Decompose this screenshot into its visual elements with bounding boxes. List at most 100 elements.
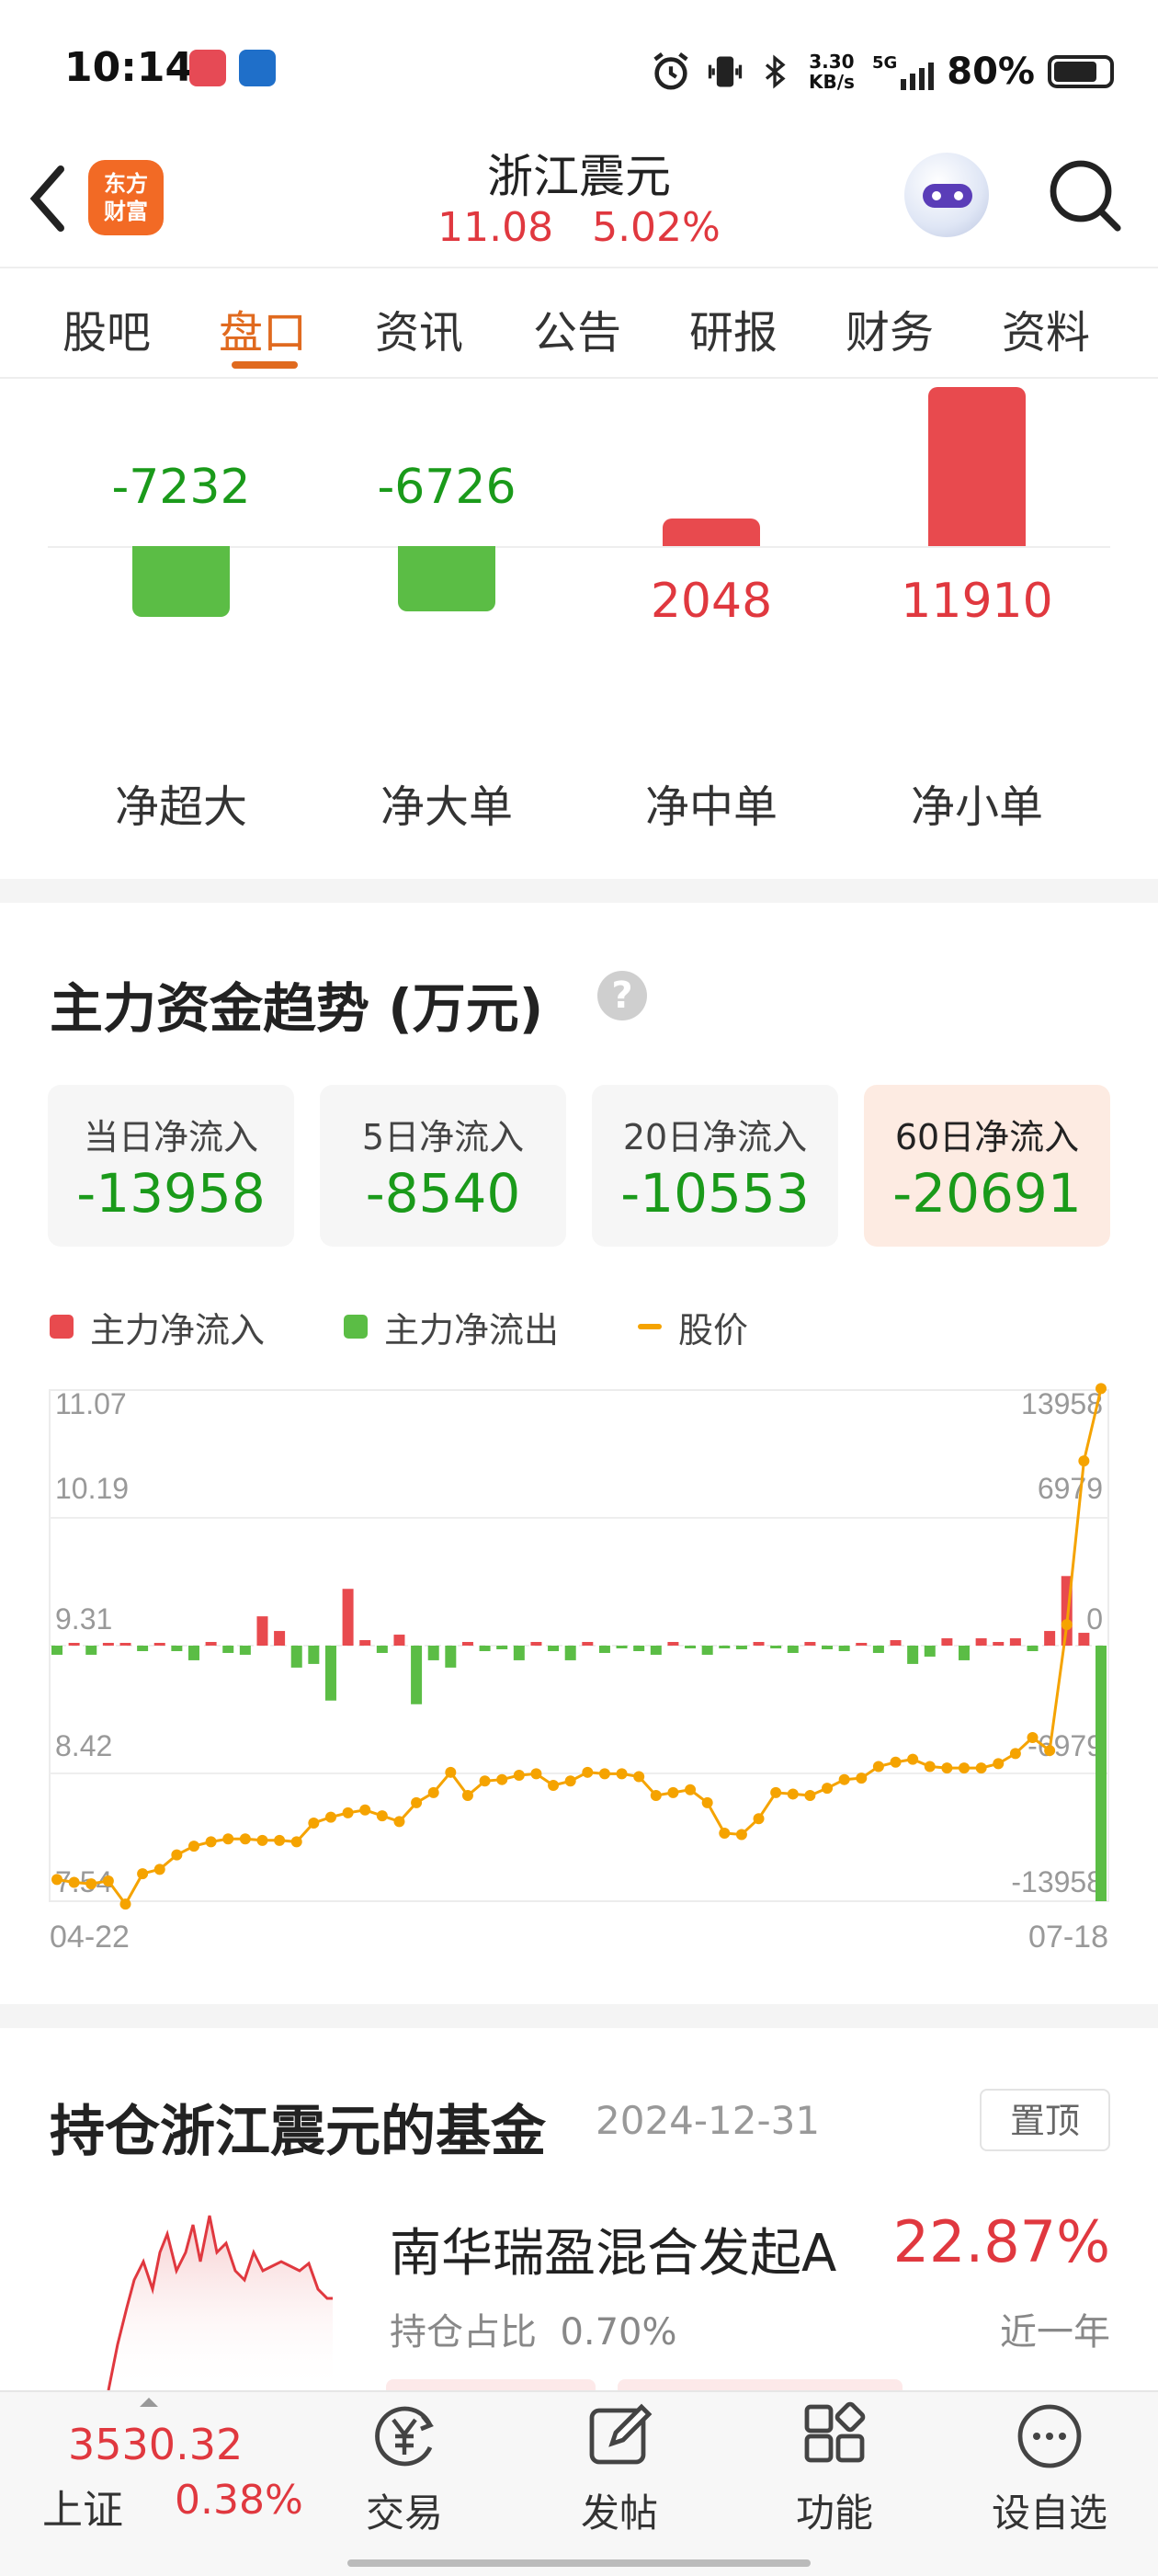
flow-bar [376,1646,388,1653]
app-notification-icon [189,50,226,86]
legend-label: 主力净流入 [90,1309,266,1351]
order-flow-value: 2048 [650,574,773,629]
flow-bar [359,1640,371,1646]
back-arrow-icon [29,165,64,232]
index-change[interactable]: 0.38% [175,2477,303,2524]
stock-quote: 11.08 5.02% [349,204,809,251]
flow-bar [205,1642,217,1646]
tab-bar: 股吧 盘口 资讯 公告 研报 财务 资料 [0,267,1158,379]
fund-holding: 持仓占比 0.70% [390,2302,677,2355]
price-point [102,1875,114,1886]
section-divider [0,2004,1158,2028]
network-speed: 3.30 KB/s [808,51,855,93]
price-point [205,1836,217,1848]
price-point [633,1771,645,1783]
flow-card-5d[interactable]: 5日净流入 -8540 [320,1085,566,1247]
flow-bar [85,1646,97,1655]
flow-bar [770,1646,782,1648]
price-point [1096,1383,1107,1395]
app-logo[interactable]: 东方 财富 [88,160,164,235]
price-point [68,1876,80,1888]
price-point [1044,1745,1056,1757]
home-indicator[interactable] [347,2559,811,2567]
flow-bar [959,1646,971,1660]
nav-trade[interactable]: 交易 [331,2399,478,2537]
price-point [872,1761,884,1772]
price-point [496,1773,508,1785]
price-point [1027,1732,1039,1744]
tab-pankou[interactable]: 盘口 [219,296,307,360]
flow-bar [1009,1638,1021,1646]
nav-post[interactable]: 发帖 [546,2399,693,2537]
price-point [119,1898,131,1910]
flow-bar [633,1646,645,1651]
fund-name[interactable]: 南华瑞盈混合发起A [390,2212,836,2286]
price-point [137,1868,149,1880]
price-point [616,1768,628,1780]
status-bar: 10:14 3.30 KB/s 5G 80% [0,0,1158,138]
tab-financials[interactable]: 财务 [846,296,934,360]
flow-bar [564,1646,576,1660]
price-point [941,1762,953,1774]
search-button[interactable] [1044,154,1127,237]
flow-bar [239,1646,251,1655]
flow-bar [701,1646,713,1655]
fund-section-title: 持仓浙江震元的基金 [50,2100,546,2164]
flow-bar [119,1643,131,1646]
price-point [342,1807,354,1818]
price-point [274,1834,286,1846]
flow-card-today[interactable]: 当日净流入 -13958 [48,1085,294,1247]
flow-bar [1078,1633,1090,1646]
flow-bar [753,1642,765,1646]
tab-news[interactable]: 资讯 [375,296,463,360]
price-point [907,1753,919,1765]
order-flow-bar [928,387,1026,546]
flow-card-60d[interactable]: 60日净流入 -20691 [864,1085,1110,1247]
fund-sparkline [107,2215,333,2390]
network-type: 5G [871,53,898,73]
price-point [787,1788,799,1800]
back-button[interactable] [20,158,85,241]
flow-bar [496,1646,508,1649]
stock-name: 浙江震元 [487,150,671,203]
tab-announcements[interactable]: 公告 [533,296,621,360]
legend-label: 主力净流出 [384,1309,560,1351]
news-app-icon [239,50,276,86]
trade-yen-icon [375,2406,434,2467]
card-value: -13958 [76,1162,266,1225]
card-label: 60日净流入 [894,1117,1080,1157]
nav-add-watchlist[interactable]: 设自选 [976,2399,1123,2537]
y-axis-right-tick: 6979 [1038,1472,1103,1505]
tab-research[interactable]: 研报 [689,296,778,360]
nav-label: 功能 [795,2491,873,2536]
flow-bar [856,1643,868,1646]
tab-guba[interactable]: 股吧 [62,296,151,360]
price-point [804,1790,816,1802]
order-flow-value: -7232 [111,460,251,515]
inflow-swatch [50,1315,74,1339]
flow-bar [872,1646,884,1653]
flow-bar [822,1646,834,1649]
nav-functions[interactable]: 功能 [761,2399,908,2537]
price-point [85,1878,97,1890]
order-flow-value: -6726 [377,460,517,515]
price-point [427,1786,439,1798]
flow-bar [616,1646,628,1648]
help-icon[interactable]: ? [597,971,647,1020]
price-point [359,1804,371,1816]
nav-label: 发帖 [580,2491,658,2536]
ai-assistant-avatar[interactable] [904,153,989,237]
flow-card-20d[interactable]: 20日净流入 -10553 [592,1085,838,1247]
index-name[interactable]: 上证 [42,2477,123,2536]
battery-icon [1048,55,1114,88]
index-value[interactable]: 3530.32 [68,2420,243,2469]
order-flow-bar [398,546,495,612]
pin-top-button[interactable]: 置顶 [980,2089,1110,2151]
price-point [548,1779,560,1791]
tab-profile[interactable]: 资料 [1002,296,1090,360]
flow-bar [787,1646,799,1653]
x-axis-tick: 04-22 [50,1920,130,1955]
price-point [445,1766,457,1778]
main-flow-chart: 11.0710.199.318.427.541395869790-6979-13… [49,1383,1109,1955]
order-flow-bar [132,546,230,617]
